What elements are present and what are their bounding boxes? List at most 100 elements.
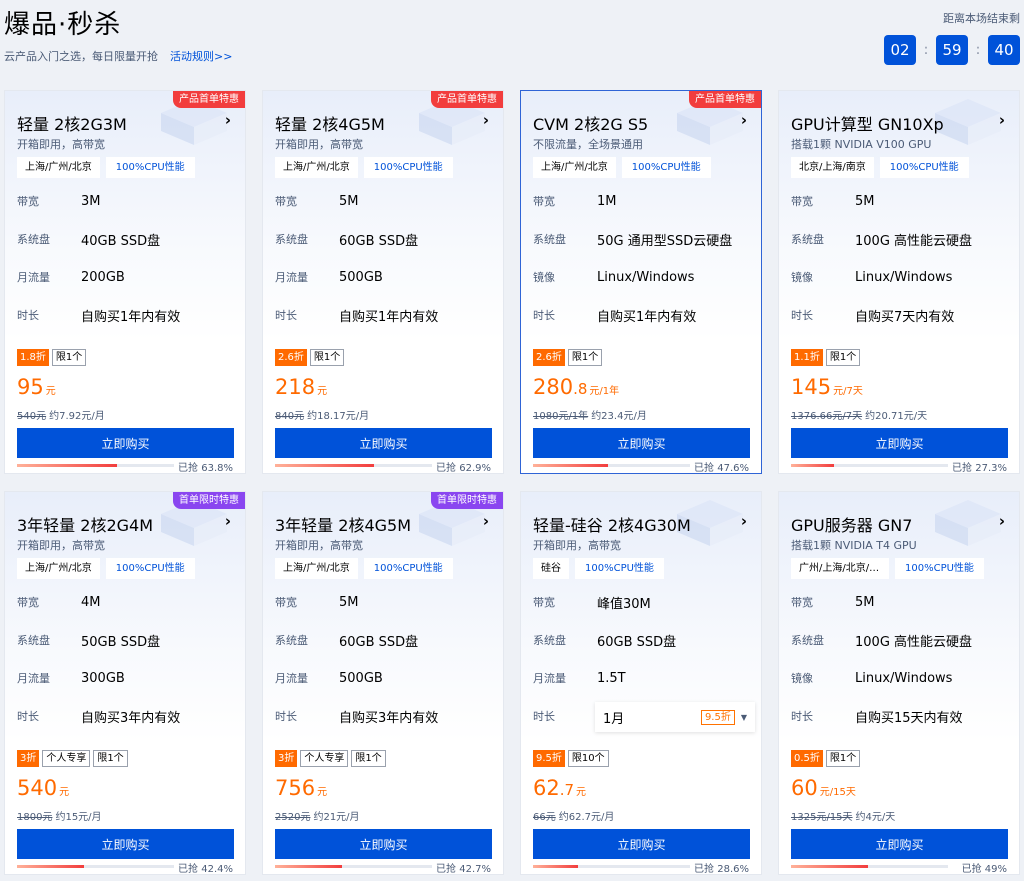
spec-label: 带宽 xyxy=(791,195,813,208)
activity-rules-link[interactable]: 活动规则>> xyxy=(170,50,232,63)
product-card[interactable]: GPU计算型 GN10Xp › 搭载1颗 NVIDIA V100 GPU 北京/上海/… xyxy=(778,90,1020,474)
spec-label: 系统盘 xyxy=(791,634,824,647)
product-title[interactable]: 3年轻量 2核4G5M xyxy=(275,512,411,536)
chevron-right-icon[interactable]: › xyxy=(225,111,231,129)
price: 218 元 xyxy=(275,375,327,399)
cpu-tag: 100%CPU性能 xyxy=(105,558,195,579)
price: 540 元 xyxy=(17,776,69,800)
promo-ribbon: 产品首单特惠 xyxy=(173,91,245,108)
duration-discount-badge: 9.5折 xyxy=(700,709,735,725)
spec-label: 带宽 xyxy=(17,195,39,208)
limit-badge: 限1个 xyxy=(351,750,386,767)
discount-badge: 1.8折 xyxy=(17,349,49,366)
spec-label: 月流量 xyxy=(533,672,566,685)
original-price-row: 1800元 约15元/月 xyxy=(17,808,102,823)
badge-row: 3折 个人专享 限1个 xyxy=(17,750,128,767)
spec-label: 时长 xyxy=(533,309,555,322)
product-title[interactable]: GPU服务器 GN7 xyxy=(791,512,912,536)
sold-progress-bar xyxy=(17,865,174,868)
tag-row: 上海/广州/北京 100%CPU性能 xyxy=(275,558,453,579)
chevron-right-icon[interactable]: › xyxy=(483,111,489,129)
spec-label: 系统盘 xyxy=(275,634,308,647)
spec-row: 月流量 500GB xyxy=(275,668,495,688)
product-card[interactable]: 轻量-硅谷 2核4G30M › 开箱即用，高带宽 硅谷 100%CPU性能 带宽 峰值30M… xyxy=(520,491,762,875)
spec-row: 带宽 5M xyxy=(275,592,495,612)
sold-percentage: 已抢 47.6% xyxy=(694,463,749,474)
promo-ribbon: 首单限时特惠 xyxy=(173,492,245,509)
product-title[interactable]: 3年轻量 2核2G4M xyxy=(17,512,153,536)
chevron-right-icon[interactable]: › xyxy=(483,512,489,530)
spec-value: 60GB SSD盘 xyxy=(339,233,419,249)
sold-progress-fill xyxy=(17,464,118,467)
sold-percentage: 已抢 27.3% xyxy=(952,463,1007,474)
buy-now-button[interactable]: 立即购买 xyxy=(275,829,492,859)
product-title[interactable]: CVM 2核2G S5 xyxy=(533,111,648,135)
sold-progress-fill xyxy=(791,464,834,467)
sold-percentage: 已抢 42.7% xyxy=(436,864,491,875)
price-integer: 145 xyxy=(791,375,832,399)
spec-row: 镜像 Linux/Windows xyxy=(791,267,1011,287)
badge-row: 3折 个人专享 限1个 xyxy=(275,750,386,767)
price: 95 元 xyxy=(17,375,56,399)
buy-now-button[interactable]: 立即购买 xyxy=(791,829,1008,859)
buy-now-button[interactable]: 立即购买 xyxy=(533,829,750,859)
sold-progress-fill xyxy=(533,464,608,467)
limit-badge: 限1个 xyxy=(825,349,861,366)
product-card[interactable]: 产品首单特惠 轻量 2核2G3M › 开箱即用，高带宽 上海/广州/北京 100%CPU性… xyxy=(4,90,246,474)
countdown-timer: 02 : 59 : 40 xyxy=(884,35,1020,65)
duration-select-value: 1月 xyxy=(603,711,625,727)
spec-label: 镜像 xyxy=(533,271,555,284)
region-tag: 广州/上海/北京/新加坡 xyxy=(791,558,889,579)
sold-progress-fill xyxy=(17,865,84,868)
buy-now-button[interactable]: 立即购买 xyxy=(791,428,1008,458)
countdown-minutes: 59 xyxy=(936,35,968,65)
buy-now-button[interactable]: 立即购买 xyxy=(17,428,234,458)
duration-select[interactable]: 1月 9.5折 ▼ xyxy=(595,702,755,732)
spec-value: 自购买1年内有效 xyxy=(339,309,439,325)
spec-label: 系统盘 xyxy=(275,233,308,246)
buy-now-button[interactable]: 立即购买 xyxy=(533,428,750,458)
spec-value: 1.5T xyxy=(597,670,626,686)
spec-row: 时长 自购买3年内有效 xyxy=(17,706,237,726)
price-unit: 元/15天 xyxy=(819,787,856,798)
price-unit: 元/7天 xyxy=(833,386,863,397)
product-card[interactable]: 产品首单特惠 轻量 2核4G5M › 开箱即用，高带宽 上海/广州/北京 100%CPU性… xyxy=(262,90,504,474)
region-tag: 硅谷 xyxy=(533,558,569,579)
spec-value: 500GB xyxy=(339,670,383,686)
badge-row: 1.1折 限1个 xyxy=(791,349,861,366)
price-integer: 218 xyxy=(275,375,316,399)
product-card[interactable]: 首单限时特惠 3年轻量 2核2G4M › 开箱即用，高带宽 上海/广州/北京 100%CP… xyxy=(4,491,246,875)
countdown-seconds: 40 xyxy=(988,35,1020,65)
spec-row: 系统盘 50GB SSD盘 xyxy=(17,630,237,650)
spec-value: 300GB xyxy=(81,670,125,686)
spec-value: 60GB SSD盘 xyxy=(597,634,677,650)
original-price: 1325元/15天 xyxy=(791,812,853,823)
product-title[interactable]: 轻量 2核2G3M xyxy=(17,111,127,135)
product-desc: 开箱即用，高带宽 xyxy=(275,138,363,151)
cpu-tag: 100%CPU性能 xyxy=(879,157,969,178)
product-title[interactable]: 轻量-硅谷 2核4G30M xyxy=(533,512,691,536)
chevron-right-icon[interactable]: › xyxy=(741,111,747,129)
spec-row: 带宽 3M xyxy=(17,191,237,211)
chevron-right-icon[interactable]: › xyxy=(741,512,747,530)
product-card[interactable]: 首单限时特惠 3年轻量 2核4G5M › 开箱即用，高带宽 上海/广州/北京 100%CP… xyxy=(262,491,504,875)
chevron-right-icon[interactable]: › xyxy=(999,111,1005,129)
buy-now-button[interactable]: 立即购买 xyxy=(275,428,492,458)
buy-now-button[interactable]: 立即购买 xyxy=(17,829,234,859)
sold-percentage: 已抢 42.4% xyxy=(178,864,233,875)
spec-label: 时长 xyxy=(275,710,297,723)
spec-label: 带宽 xyxy=(533,596,555,609)
spec-label: 镜像 xyxy=(791,271,813,284)
product-title[interactable]: GPU计算型 GN10Xp xyxy=(791,111,944,135)
chevron-right-icon[interactable]: › xyxy=(225,512,231,530)
spec-value: 5M xyxy=(339,594,359,610)
product-title[interactable]: 轻量 2核4G5M xyxy=(275,111,385,135)
original-price: 2520元 xyxy=(275,812,311,823)
sold-percentage: 已抢 62.9% xyxy=(436,463,491,474)
spec-row: 时长 自购买15天内有效 xyxy=(791,706,1011,726)
limit-badge: 个人专享 xyxy=(300,750,349,767)
product-desc: 搭载1颗 NVIDIA V100 GPU xyxy=(791,138,932,151)
product-card[interactable]: 产品首单特惠 CVM 2核2G S5 › 不限流量，全场景通用 上海/广州/北京 100%… xyxy=(520,90,762,474)
product-card[interactable]: GPU服务器 GN7 › 搭载1颗 NVIDIA T4 GPU 广州/上海/北京/新加… xyxy=(778,491,1020,875)
chevron-right-icon[interactable]: › xyxy=(999,512,1005,530)
